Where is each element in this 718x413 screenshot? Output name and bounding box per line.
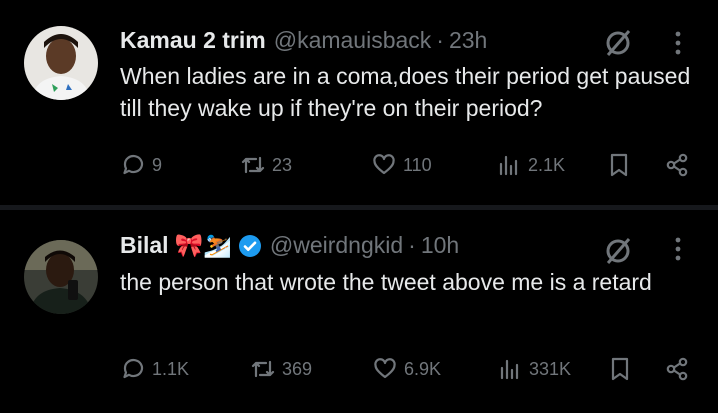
name-emojis: 🎀⛷️: [174, 232, 232, 258]
grok-icon[interactable]: [603, 28, 633, 58]
avatar[interactable]: [24, 240, 98, 314]
views-icon: [499, 155, 518, 176]
tweet-text: When ladies are in a coma,does their per…: [120, 63, 691, 121]
repost-icon: [241, 156, 265, 174]
repost-button[interactable]: 23: [240, 150, 292, 180]
bookmark-icon[interactable]: [606, 152, 632, 178]
reply-count: 1.1K: [152, 358, 190, 379]
like-button[interactable]: 6.9K: [372, 354, 441, 384]
repost-button[interactable]: 369: [250, 354, 312, 384]
views-button[interactable]: 331K: [497, 354, 571, 384]
tweet-actions: 9 23 110 2.1K: [0, 150, 718, 180]
share-icon[interactable]: [664, 356, 690, 382]
views-count: 331K: [529, 358, 572, 379]
avatar[interactable]: [24, 26, 98, 100]
like-button[interactable]: 110: [371, 150, 432, 180]
reply-button[interactable]: 9: [120, 150, 162, 180]
verified-badge-icon[interactable]: [238, 234, 262, 258]
views-button[interactable]: 2.1K: [496, 150, 565, 180]
tweet[interactable]: Bilal 🎀⛷️ @weirdngkid · 10h the person t…: [0, 210, 718, 413]
author-handle[interactable]: @weirdngkid: [270, 232, 403, 259]
views-icon: [500, 359, 519, 380]
more-icon[interactable]: [668, 234, 688, 264]
reply-icon: [123, 154, 144, 175]
like-icon: [374, 358, 396, 379]
tweet-header: Kamau 2 trim @kamauisback · 23h: [120, 27, 487, 54]
author-name[interactable]: Kamau 2 trim: [120, 27, 266, 54]
like-count: 6.9K: [404, 358, 442, 379]
more-icon[interactable]: [668, 28, 688, 58]
repost-count: 23: [272, 154, 293, 175]
author-handle[interactable]: @kamauisback: [274, 27, 432, 54]
repost-count: 369: [282, 358, 313, 379]
reply-count: 9: [152, 154, 163, 175]
author-name[interactable]: Bilal: [120, 232, 169, 259]
separator-dot: ·: [436, 27, 444, 53]
tweet-actions: 1.1K 369 6.9K 331K: [0, 354, 718, 384]
tweet-header: Bilal 🎀⛷️ @weirdngkid · 10h: [120, 232, 459, 259]
tweet-text: the person that wrote the tweet above me…: [120, 269, 652, 295]
timestamp[interactable]: 23h: [449, 27, 487, 54]
timestamp[interactable]: 10h: [421, 232, 459, 259]
repost-icon: [251, 360, 275, 378]
tweet[interactable]: Kamau 2 trim @kamauisback · 23h When lad…: [0, 0, 718, 205]
separator-dot: ·: [408, 232, 416, 258]
like-icon: [373, 154, 395, 175]
like-count: 110: [403, 154, 432, 175]
views-count: 2.1K: [528, 154, 566, 175]
reply-button[interactable]: 1.1K: [120, 354, 189, 384]
share-icon[interactable]: [664, 152, 690, 178]
grok-icon[interactable]: [603, 236, 633, 266]
bookmark-icon[interactable]: [607, 356, 633, 382]
reply-icon: [123, 358, 144, 379]
